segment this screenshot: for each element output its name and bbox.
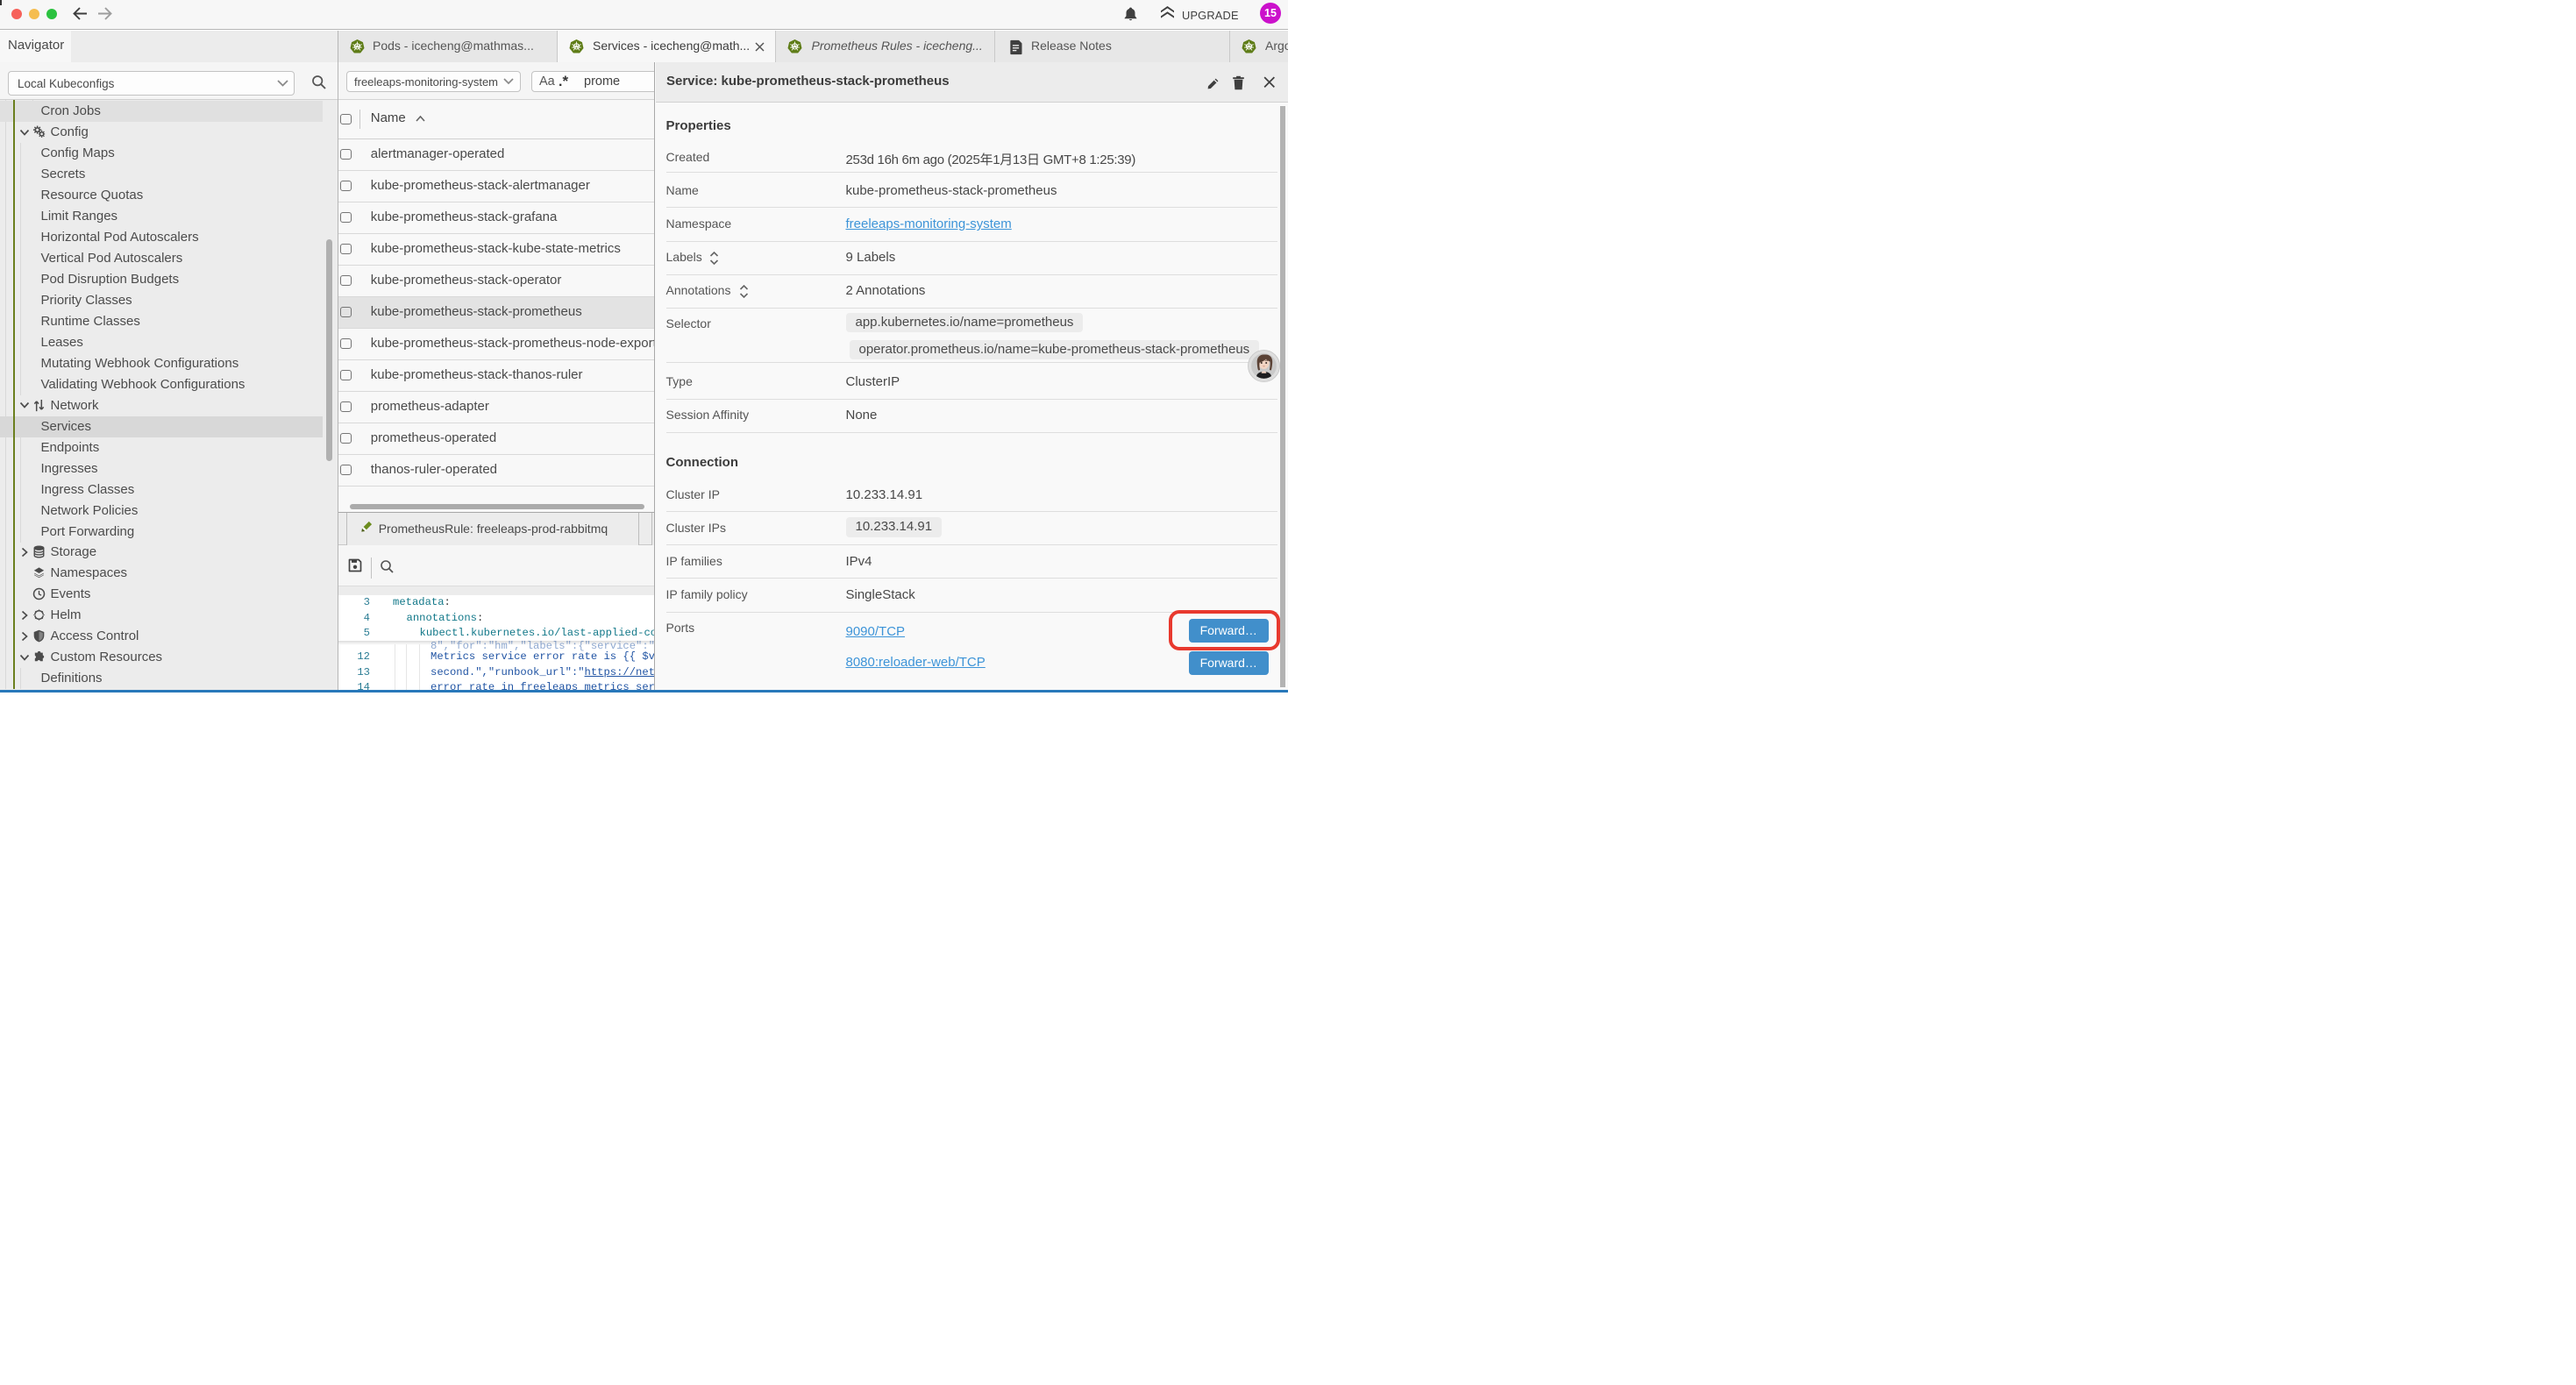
svg-text:HELM: HELM (34, 614, 43, 617)
